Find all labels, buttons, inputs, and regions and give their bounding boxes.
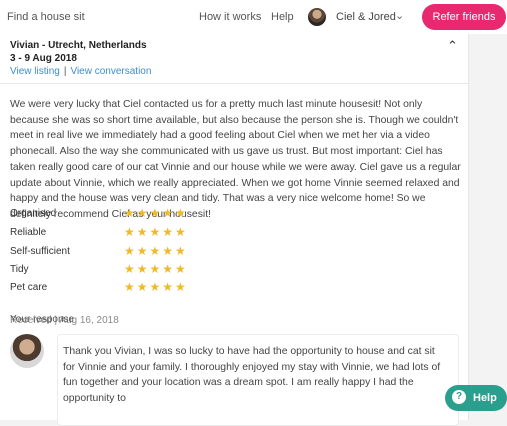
sit-dates: 3 - 9 Aug 2018 (10, 53, 77, 64)
chevron-down-icon[interactable]: ⌄ (395, 9, 404, 22)
view-conversation-link[interactable]: View conversation (70, 66, 151, 77)
reviewer-name: Vivian - Utrecht, Netherlands (10, 40, 147, 51)
help-link[interactable]: Help (271, 11, 294, 23)
find-house-sit-link[interactable]: Find a house sit (7, 11, 85, 23)
rating-label: Tidy (10, 264, 29, 275)
rating-label: Reliable (10, 227, 47, 238)
link-separator: | (63, 66, 67, 77)
view-listing-link[interactable]: View listing (10, 66, 60, 77)
star-icon: ★★★★★ (124, 244, 188, 258)
response-title: Your response (10, 314, 75, 325)
rating-label: Self-sufficient (10, 246, 70, 257)
star-icon: ★★★★★ (124, 206, 188, 220)
response-text: Thank you Vivian, I was so lucky to have… (63, 346, 441, 404)
help-widget-label: Help (473, 392, 497, 404)
star-icon: ★★★★★ (124, 225, 188, 239)
page-background (469, 34, 507, 420)
help-icon: ? (452, 390, 466, 404)
help-widget-button[interactable]: ? Help (445, 385, 507, 411)
divider (0, 83, 468, 84)
user-name[interactable]: Ciel & Jored (336, 11, 396, 23)
review-links: View listing | View conversation (10, 66, 151, 77)
rating-label: Pet care (10, 282, 48, 293)
user-avatar[interactable] (308, 8, 326, 26)
how-it-works-link[interactable]: How it works (199, 11, 261, 23)
top-navigation: Find a house sit How it works Help Ciel … (0, 0, 507, 35)
rating-label: Organised (10, 208, 57, 219)
refer-friends-button[interactable]: Refer friends (422, 4, 506, 30)
review-text: We were very lucky that Ciel contacted u… (10, 99, 461, 220)
chevron-up-icon[interactable]: ⌃ (447, 38, 458, 54)
star-icon: ★★★★★ (124, 280, 188, 294)
star-icon: ★★★★★ (124, 262, 188, 276)
responder-avatar (10, 334, 44, 368)
